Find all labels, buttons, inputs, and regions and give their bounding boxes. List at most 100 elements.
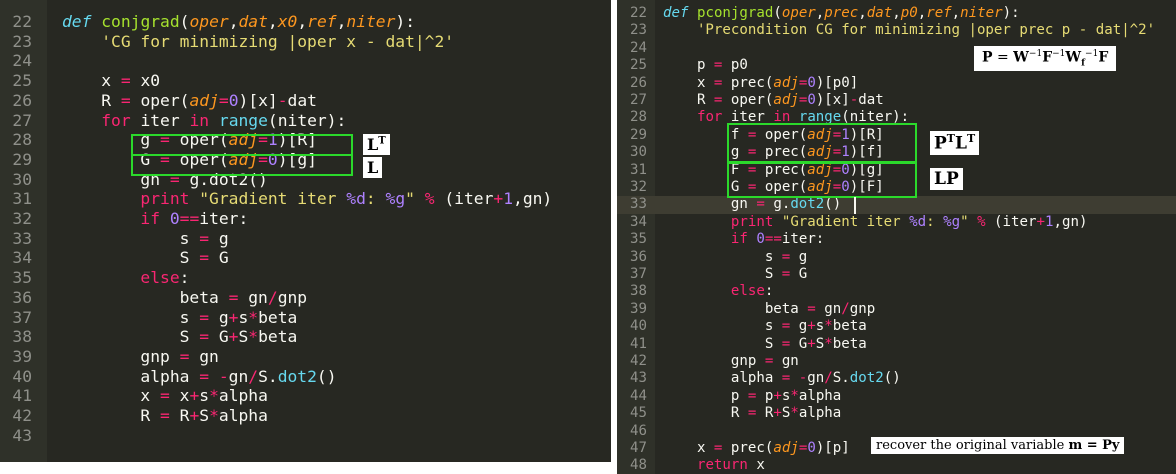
- code-token: s: [663, 318, 782, 335]
- code-text: 'Precondition CG for minimizing |oper pr…: [663, 22, 1155, 39]
- code-line: 35 else:: [0, 268, 611, 288]
- code-line: 35 if 0==iter:: [617, 231, 1176, 248]
- code-text: S = G: [663, 266, 807, 283]
- code-token: /: [248, 366, 259, 386]
- code-token: +: [773, 405, 782, 422]
- code-token: (): [824, 196, 842, 213]
- line-number: 36: [630, 248, 647, 265]
- code-token: =: [228, 287, 239, 307]
- code-token: beta: [832, 318, 867, 335]
- right-code-editor[interactable]: 22 def pconjgrad(oper,prec,dat,p0,ref,nit…: [617, 0, 1176, 474]
- code-token: R: [62, 90, 121, 110]
- code-token: s: [238, 307, 249, 327]
- code-token: *: [790, 405, 799, 422]
- line-number: 23: [12, 31, 32, 51]
- code-token: gnp: [849, 300, 876, 317]
- code-token: =: [120, 90, 131, 110]
- code-line: 44 p = p+s*alpha: [617, 388, 1176, 405]
- code-line: 45 R = R+S*alpha: [617, 405, 1176, 422]
- code-token: -: [277, 90, 288, 110]
- code-token: adj: [773, 74, 799, 91]
- line-number: 47: [630, 440, 647, 456]
- code-token: gn: [228, 366, 249, 386]
- code-token: 0: [807, 74, 816, 91]
- code-token: S: [815, 335, 825, 352]
- code-token: =: [199, 366, 210, 386]
- code-text: print "Gradient iter %d: %g" % (iter+1,g…: [62, 189, 552, 209]
- code-token: =: [218, 90, 229, 110]
- code-line: 37 S = G: [617, 266, 1176, 283]
- code-line: 42 gnp = gn: [617, 353, 1176, 370]
- code-text: return x: [663, 457, 765, 474]
- code-token: =: [199, 327, 210, 347]
- line-number: 35: [12, 268, 32, 288]
- code-token: =: [756, 196, 765, 213]
- code-token: pconjgrad: [696, 5, 774, 21]
- line-number: 28: [630, 109, 647, 126]
- line-number: 27: [12, 110, 32, 130]
- code-token: ,: [951, 5, 961, 21]
- code-text: if 0==iter:: [62, 209, 248, 229]
- left-code-editor[interactable]: 22 def conjgrad(oper,dat,x0,ref,niter): 23…: [0, 0, 611, 462]
- code-token: ,gn): [1053, 213, 1088, 230]
- code-token: ,: [267, 12, 278, 31]
- code-token: +: [493, 189, 504, 209]
- preconditioner-formula: P = W−1F−1Wf−1F: [974, 46, 1117, 72]
- highlight-box-adjoint: [131, 134, 353, 156]
- line-number: 41: [12, 386, 32, 406]
- line-number: 42: [12, 406, 32, 425]
- code-text: 'CG for minimizing |oper x - dat|^2': [62, 32, 454, 52]
- code-line: 27 for iter in range(niter):: [0, 111, 611, 131]
- code-line: 42 R = R+S*alpha: [0, 406, 611, 426]
- code-text: alpha = -gn/S.dot2(): [62, 366, 336, 387]
- code-text: beta = gn/gnp: [663, 301, 875, 318]
- code-token: ==: [764, 231, 782, 248]
- code-token: beta: [663, 300, 808, 317]
- code-token: x0: [130, 71, 161, 91]
- line-number: 24: [630, 39, 647, 56]
- code-token: g: [209, 228, 229, 248]
- code-token: G: [790, 335, 808, 352]
- code-token: S: [663, 335, 782, 352]
- code-token: x: [62, 386, 161, 406]
- code-token: range: [218, 110, 268, 130]
- code-token: (: [179, 12, 190, 31]
- code-token: iter:: [199, 209, 249, 228]
- code-token: +: [228, 307, 239, 327]
- code-token: :: [926, 213, 944, 230]
- code-line: 36 beta = gn/gnp: [0, 288, 611, 308]
- code-text: s = g: [663, 249, 807, 266]
- code-token: ,: [297, 12, 308, 31]
- code-text: alpha = -gn/S.dot2(): [663, 370, 901, 387]
- code-line: 27 R = oper(adj=0)[x]-dat: [617, 92, 1176, 109]
- code-token: p0: [722, 57, 748, 74]
- code-text: R = R+S*alpha: [663, 405, 841, 422]
- code-token: ": [960, 213, 969, 230]
- code-text: if 0==iter:: [663, 231, 824, 248]
- code-token: R: [169, 406, 190, 425]
- line-number: 30: [12, 169, 32, 189]
- code-token: /: [267, 287, 278, 307]
- code-token: +: [189, 386, 200, 406]
- code-token: %d: [346, 189, 366, 209]
- code-token: iter:: [781, 231, 825, 248]
- line-number: 41: [630, 335, 647, 352]
- code-token: ref: [926, 5, 952, 21]
- code-token: ==: [179, 209, 200, 228]
- code-token: niter: [960, 5, 1003, 21]
- label-l-transpose: LT: [363, 134, 390, 155]
- line-number: 38: [630, 283, 647, 300]
- code-token: =: [179, 346, 190, 366]
- code-line: 39 beta = gn/gnp: [617, 301, 1176, 318]
- code-token: %d: [909, 213, 927, 230]
- line-number: 33: [12, 228, 32, 248]
- line-number: 42: [630, 353, 647, 369]
- code-token: (niter):: [267, 110, 347, 130]
- code-token: p: [756, 387, 774, 404]
- code-token: niter: [346, 12, 396, 31]
